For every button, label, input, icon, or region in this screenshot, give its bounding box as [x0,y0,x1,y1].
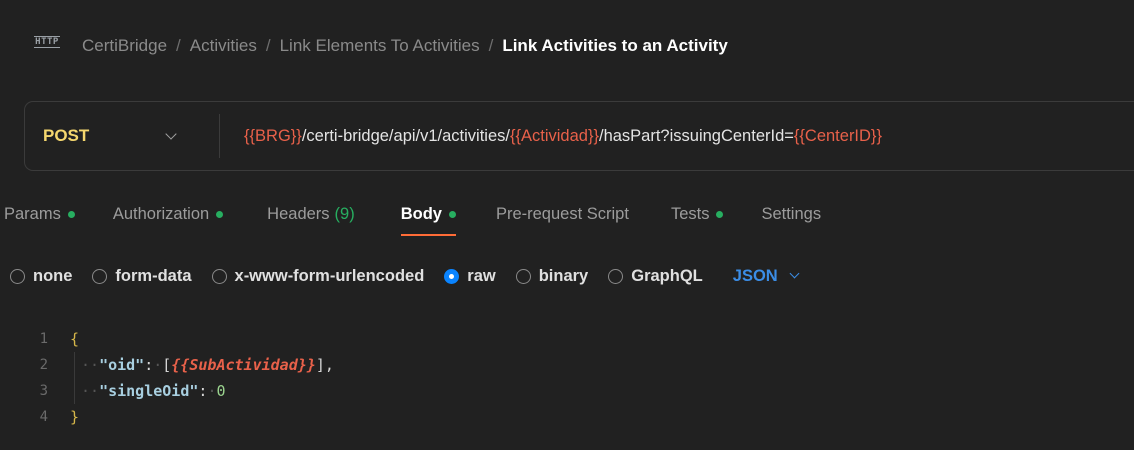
json-bracket-open: [ [162,356,172,374]
body-type-options: none form-data x-www-form-urlencoded raw bin… [0,258,1134,294]
open-brace: { [70,330,80,348]
body-format-select[interactable]: JSON [732,266,800,286]
breadcrumb-item-folder[interactable]: Activities [190,35,257,57]
line-number: 3 [39,383,48,399]
body-format-label: JSON [732,266,778,285]
space-dot: · [153,356,163,374]
url-variable: {{Actividad}} [509,126,599,145]
chevron-down-icon [789,268,800,279]
radio-empty-icon [515,268,531,284]
status-dot-icon [448,210,456,218]
chevron-down-icon [165,127,177,140]
tab-label: Headers [267,204,330,223]
indent-whitespace: ·· [81,382,100,400]
http-icon: HTTP [34,36,60,48]
request-page: HTTP CertiBridge / Activities / Link Ele… [0,0,1134,450]
radio-form-data[interactable]: form-data [92,266,192,286]
radio-label: x-www-form-urlencoded [234,266,425,285]
status-dot-icon [216,210,224,218]
radio-label: none [33,266,73,285]
request-title[interactable]: Link Activities to an Activity [502,35,727,57]
breadcrumb-separator: / [265,36,271,55]
breadcrumb-separator: / [488,36,494,55]
tab-label: Body [400,204,442,223]
status-dot-icon [67,210,75,218]
url-path-segment: /certi-bridge/api/v1/activities/ [301,126,510,145]
radio-label: form-data [115,266,192,285]
radio-label: raw [467,266,496,285]
tab-settings[interactable]: Settings [761,195,821,233]
tab-tests[interactable]: Tests [671,195,724,233]
url-variable: {{CenterID}} [793,126,882,145]
breadcrumb-item-subfolder[interactable]: Link Elements To Activities [280,35,480,57]
tab-label: Pre-request Script [495,204,629,223]
radio-label: GraphQL [631,266,703,285]
method-select[interactable]: POST [25,102,219,170]
url-input[interactable]: {{BRG}}/certi-bridge/api/v1/activities/{… [220,102,1134,170]
breadcrumb: CertiBridge / Activities / Link Elements… [82,35,728,57]
code-line: 4 } [0,404,1134,430]
tab-pre-request-script[interactable]: Pre-request Script [496,195,629,233]
json-bracket-close: ], [315,356,334,374]
radio-empty-icon [608,268,624,284]
body-type-radio-group: none form-data x-www-form-urlencoded raw bin… [10,267,703,286]
method-label: POST [43,126,90,145]
radio-empty-icon [92,268,108,284]
json-variable: {{SubActividad}} [171,356,316,374]
radio-binary[interactable]: binary [515,266,589,286]
radio-graphql[interactable]: GraphQL [608,267,703,286]
body-editor[interactable]: 1 { 2 ·· "oid" : · [ {{SubActividad}} ],… [0,326,1134,450]
tab-params[interactable]: Params [4,195,75,233]
tab-headers[interactable]: Headers (9) [267,195,355,233]
radio-raw[interactable]: raw [444,266,496,286]
tab-label: Params [4,204,61,223]
indent-whitespace: ·· [81,356,100,374]
radio-empty-icon [10,268,25,284]
line-number: 4 [39,409,48,425]
radio-x-www-form-urlencoded[interactable]: x-www-form-urlencoded [211,266,425,286]
line-number: 1 [39,331,48,347]
json-key-oid: "oid" [99,356,145,374]
url-path-segment: /hasPart?issuingCenterId= [598,126,794,145]
tab-label: Settings [761,204,822,223]
code-line: 3 ·· "singleOid" : · 0 [0,378,1134,404]
radio-empty-icon [211,268,227,284]
line-number: 2 [39,357,48,373]
breadcrumb-separator: / [176,36,181,55]
status-dot-icon [716,210,724,218]
tab-authorization[interactable]: Authorization [112,195,224,233]
tab-label: Authorization [112,204,210,223]
code-line: 1 { [0,326,1134,352]
radio-none[interactable]: none [10,267,72,286]
tab-body[interactable]: Body [400,195,457,236]
indent-guide [74,352,75,378]
url-bar: POST {{BRG}}/certi-bridge/api/v1/activit… [24,101,1134,171]
url-variable: {{BRG}} [244,126,302,145]
tab-count-badge: (9) [334,204,355,223]
request-tabs: Params Authorization Headers (9) Body Pre-req… [0,195,1134,241]
request-header: HTTP CertiBridge / Activities / Link Ele… [0,0,1134,96]
json-number: 0 [216,382,226,400]
radio-selected-icon [444,268,460,284]
json-colon: : [144,356,154,374]
space-dot: · [207,382,217,400]
close-brace: } [70,408,80,426]
json-colon: : [198,382,208,400]
radio-label: binary [538,266,589,285]
indent-guide [74,378,75,404]
tab-label: Tests [670,204,710,223]
breadcrumb-item-collection[interactable]: CertiBridge [82,35,167,57]
code-line: 2 ·· "oid" : · [ {{SubActividad}} ], [0,352,1134,378]
json-key-singleoid: "singleOid" [99,382,199,400]
